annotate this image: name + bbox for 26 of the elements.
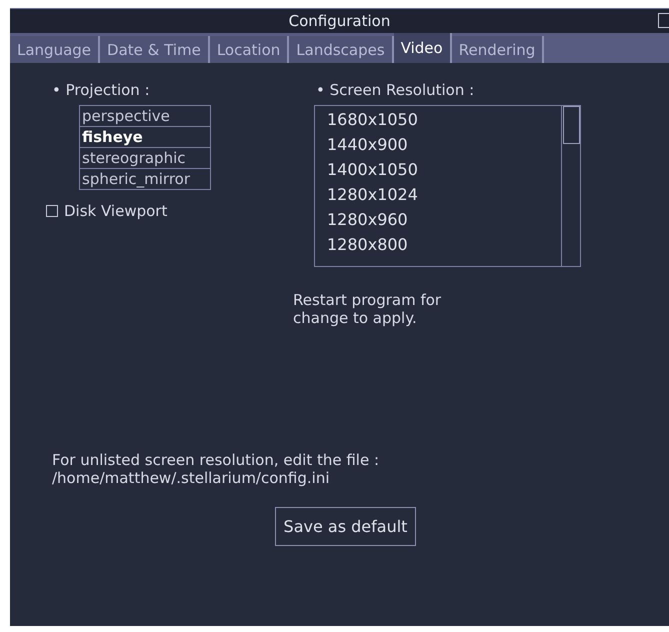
tab[interactable]: Language — [10, 36, 100, 63]
unlisted-note: For unlisted screen resolution, edit the file : — [52, 451, 380, 469]
resolution-option[interactable]: 1400x1050 — [327, 157, 561, 182]
tab[interactable]: Rendering — [452, 36, 544, 63]
resolution-label: Screen Resolution : — [330, 81, 474, 99]
resolution-option[interactable]: 1280x960 — [327, 207, 561, 232]
resolution-option[interactable]: 1280x800 — [327, 232, 561, 257]
disk-viewport-label: Disk Viewport — [64, 202, 168, 220]
projection-option[interactable]: perspective — [80, 106, 210, 127]
tab[interactable]: Location — [210, 36, 290, 63]
config-path: /home/matthew/.stellarium/config.ini — [52, 469, 330, 487]
tab[interactable]: Landscapes — [289, 36, 394, 63]
bullet: • — [316, 81, 325, 99]
save-button[interactable]: Save as default — [274, 507, 416, 546]
resolution-option[interactable]: 1680x1050 — [327, 107, 561, 132]
resolution-option[interactable]: 1440x900 — [327, 132, 561, 157]
resolution-option[interactable]: 1280x1024 — [327, 182, 561, 207]
tab[interactable]: Date & Time — [100, 36, 210, 63]
restart-note: Restart program for change to apply. — [293, 291, 442, 327]
projection-option[interactable]: fisheye — [80, 127, 210, 148]
bullet: • — [52, 81, 61, 99]
projection-option[interactable]: spheric_mirror — [80, 169, 210, 189]
tab[interactable]: Video — [394, 33, 452, 63]
window-title: Configuration — [288, 12, 390, 30]
projection-label: Projection : — [66, 81, 150, 99]
projection-option[interactable]: stereographic — [80, 148, 210, 169]
